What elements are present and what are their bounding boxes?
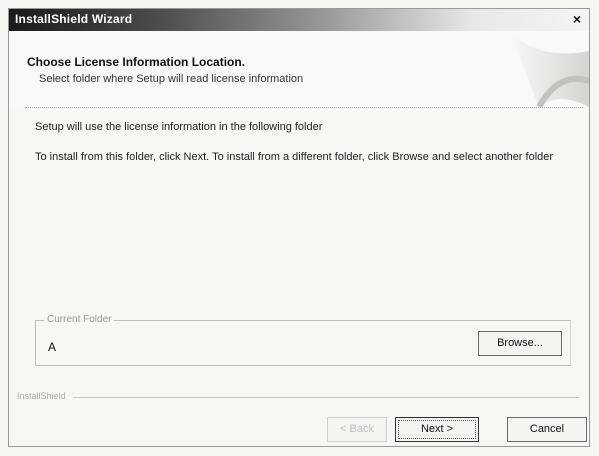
next-button[interactable]: Next > [395,417,479,442]
branding-label: InstallShield [17,391,70,401]
title-bar: InstallShield Wizard × [9,9,589,31]
current-folder-label: Current Folder [44,314,115,325]
dialog-header: Choose License Information Location. Sel… [9,31,589,107]
installshield-dialog: InstallShield Wizard × Choose License In… [8,8,590,447]
header-divider [25,107,583,108]
close-button[interactable]: × [569,12,585,27]
cancel-button[interactable]: Cancel [507,417,587,442]
branding-divider: InstallShield [9,391,589,403]
instruction-detail-text: To install from this folder, click Next.… [35,151,554,163]
banner-graphic-icon [509,31,589,107]
current-folder-value: A [48,340,57,354]
back-button[interactable]: < Back [327,417,387,442]
window-title: InstallShield Wizard [15,12,133,26]
browse-button[interactable]: Browse... [478,331,562,356]
instruction-text: Setup will use the license information i… [35,121,323,133]
page-subtitle: Select folder where Setup will read lice… [39,73,304,85]
branding-rule [73,397,579,398]
page-title: Choose License Information Location. [27,55,246,69]
